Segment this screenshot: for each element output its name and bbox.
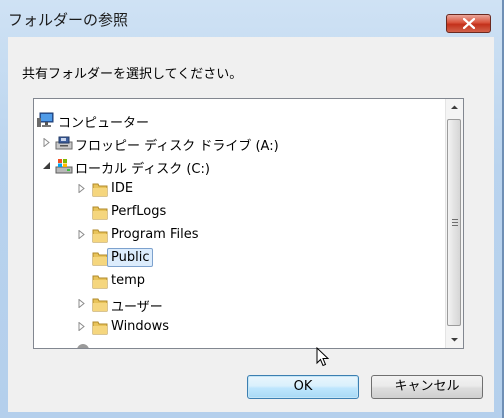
tree-item-label-selected: Public xyxy=(107,248,154,267)
tree-item-label: IDE xyxy=(111,181,134,196)
tree-item-users[interactable]: ユーザー xyxy=(34,294,445,315)
tree-item-label: Program Files xyxy=(111,227,199,242)
tree-item-label: temp xyxy=(111,273,146,288)
cancel-button[interactable]: キャンセル xyxy=(371,375,483,399)
local-disk-icon xyxy=(55,159,73,174)
close-icon xyxy=(463,18,475,29)
grip-icon xyxy=(452,219,458,226)
collapsed-arrow-icon[interactable] xyxy=(77,184,86,193)
scroll-down-icon[interactable] xyxy=(446,331,463,348)
tree-item-local-disk[interactable]: ローカル ディスク (C:) xyxy=(34,156,445,177)
tree-item-windows[interactable]: Windows xyxy=(34,317,445,337)
close-button[interactable] xyxy=(446,14,491,33)
folder-icon xyxy=(92,229,108,243)
dialog-body: 共有フォルダーを選択してください。 コンピューター フロッピー ディスク ドライ… xyxy=(8,37,494,412)
ok-button[interactable]: OK xyxy=(247,375,359,399)
collapsed-arrow-icon[interactable] xyxy=(42,138,51,147)
tree-item-ide[interactable]: IDE xyxy=(34,179,445,199)
collapsed-arrow-icon[interactable] xyxy=(77,322,86,331)
tree-item-label: フロッピー ディスク ドライブ (A:) xyxy=(75,139,279,154)
expanded-arrow-icon[interactable] xyxy=(42,161,51,170)
scrollbar-thumb[interactable] xyxy=(447,119,461,326)
tree-item-public[interactable]: Public xyxy=(34,248,445,268)
tree-item-perflogs[interactable]: PerfLogs xyxy=(34,202,445,222)
folder-icon xyxy=(92,275,108,289)
instruction-text: 共有フォルダーを選択してください。 xyxy=(22,67,243,82)
folder-icon xyxy=(92,321,108,335)
collapsed-arrow-icon[interactable] xyxy=(77,299,86,308)
window-title: フォルダーの参照 xyxy=(8,11,129,29)
folder-icon xyxy=(92,298,108,312)
tree-item-label: PerfLogs xyxy=(111,204,167,219)
tree-item-label: コンピューター xyxy=(58,116,150,131)
tree-item-computer[interactable]: コンピューター xyxy=(34,110,445,131)
tree-item-label: Windows xyxy=(111,319,170,334)
dialog-window: フォルダーの参照 共有フォルダーを選択してください。 コンピューター フロッピー… xyxy=(0,0,504,418)
folder-icon xyxy=(92,206,108,220)
scroll-up-icon[interactable] xyxy=(446,99,463,116)
tree-item-temp[interactable]: temp xyxy=(34,271,445,291)
floppy-drive-icon xyxy=(55,136,73,150)
computer-icon xyxy=(37,112,54,127)
tree-item-partial[interactable] xyxy=(34,340,445,348)
title-bar[interactable]: フォルダーの参照 xyxy=(0,0,504,36)
tree-item-label: ローカル ディスク (C:) xyxy=(75,162,210,177)
tree-scrollbar[interactable] xyxy=(445,99,463,348)
tree-item-floppy-drive[interactable]: フロッピー ディスク ドライブ (A:) xyxy=(34,133,445,154)
folder-icon xyxy=(92,183,108,197)
mouse-cursor-icon xyxy=(316,347,330,367)
collapsed-arrow-icon[interactable] xyxy=(77,230,86,239)
tree-item-label: ユーザー xyxy=(111,300,163,315)
tree-item-program-files[interactable]: Program Files xyxy=(34,225,445,245)
folder-tree[interactable]: コンピューター フロッピー ディスク ドライブ (A:) ローカル ディスク (… xyxy=(33,98,464,349)
partial-item-icon xyxy=(77,344,89,348)
